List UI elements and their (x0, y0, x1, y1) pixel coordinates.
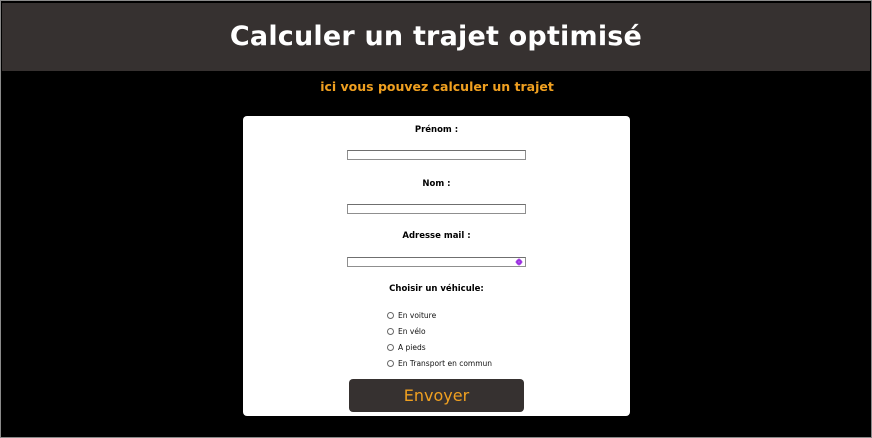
vehicle-option-label: En vélo (398, 326, 426, 336)
first-name-field[interactable] (347, 150, 526, 160)
vehicle-option-label: A pieds (398, 342, 426, 352)
vehicle-option-label: En Transport en commun (398, 358, 493, 368)
page-header: Calculer un trajet optimisé (2, 3, 870, 71)
radio-car[interactable] (387, 311, 394, 319)
radio-bike[interactable] (387, 327, 394, 335)
email-label: Adresse mail : (402, 231, 471, 241)
password-manager-icon[interactable] (515, 258, 523, 266)
last-name-label: Nom : (422, 179, 451, 189)
page-subtitle: ici vous pouvez calculer un trajet (320, 79, 554, 94)
page-title: Calculer un trajet optimisé (229, 21, 643, 52)
vehicle-option-bike[interactable]: En vélo (387, 325, 426, 337)
trip-form: Prénom : Nom : Adresse mail : Choisir un… (243, 116, 630, 416)
vehicle-option-walk[interactable]: A pieds (387, 341, 426, 353)
email-field[interactable] (347, 257, 526, 267)
radio-transit[interactable] (387, 359, 394, 367)
vehicle-label: Choisir un véhicule: (389, 284, 484, 294)
radio-walk[interactable] (387, 343, 394, 351)
vehicle-option-transit[interactable]: En Transport en commun (387, 357, 492, 369)
vehicle-option-car[interactable]: En voiture (387, 309, 436, 321)
submit-button[interactable]: Envoyer (349, 379, 524, 412)
last-name-field[interactable] (347, 204, 526, 214)
page-frame: Calculer un trajet optimisé ici vous pou… (0, 0, 872, 438)
vehicle-option-label: En voiture (398, 310, 437, 320)
first-name-label: Prénom : (414, 125, 459, 135)
